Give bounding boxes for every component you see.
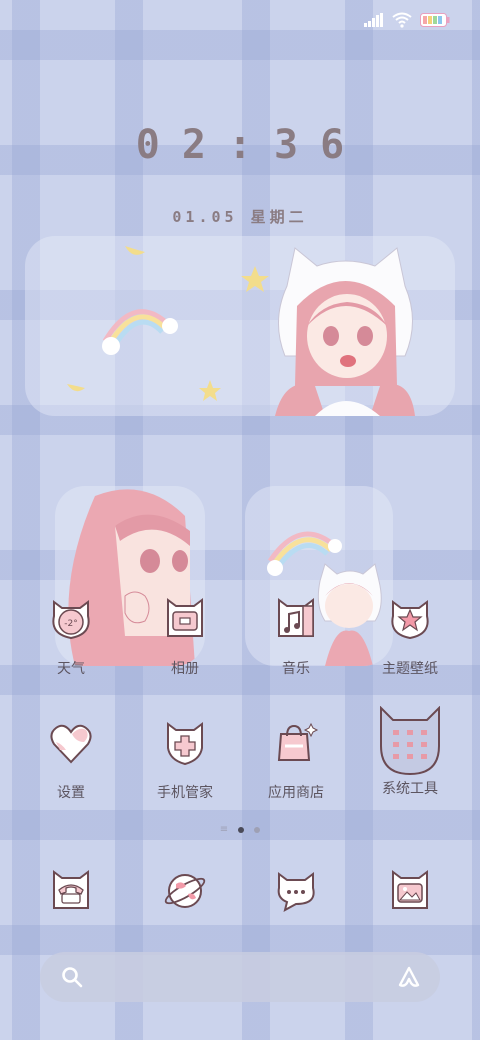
app-system-tools-folder[interactable]: 系统工具 — [355, 705, 465, 798]
music-icon — [278, 598, 314, 637]
battery-icon — [420, 13, 450, 27]
app-weather[interactable]: -2° 天气 — [16, 596, 126, 678]
app-settings[interactable]: 设置 — [16, 720, 126, 802]
page-indicator[interactable]: ≡ — [0, 824, 480, 835]
settings-icon — [50, 724, 92, 764]
app-label: 相册 — [171, 661, 199, 677]
clock-date: 01.05 星期二 — [172, 208, 308, 226]
app-security[interactable]: 手机管家 — [130, 720, 240, 802]
dock-messages[interactable] — [241, 868, 351, 918]
app-music[interactable]: 音乐 — [241, 596, 351, 678]
app-gallery[interactable]: 相册 — [130, 596, 240, 678]
app-label: 系统工具 — [382, 781, 438, 797]
themes-icon — [391, 600, 429, 640]
search-bar[interactable] — [40, 952, 440, 1002]
assistant-icon[interactable] — [396, 965, 422, 989]
messages-icon — [277, 872, 315, 912]
dock-browser[interactable] — [130, 868, 240, 918]
weather-temp: -2° — [64, 619, 77, 629]
security-icon — [167, 722, 203, 766]
app-label: 手机管家 — [157, 785, 213, 801]
dock-camera[interactable] — [355, 868, 465, 918]
clock-time: 02:36 — [135, 122, 367, 168]
phone-icon — [53, 870, 89, 909]
character-widget-large[interactable] — [25, 236, 455, 416]
gallery-icon — [167, 598, 203, 637]
app-label: 应用商店 — [268, 785, 324, 801]
weather-icon: -2° — [52, 600, 90, 640]
signal-icon — [364, 13, 383, 27]
app-themes[interactable]: 主题壁纸 — [355, 596, 465, 678]
app-label: 设置 — [57, 785, 85, 801]
app-store-icon — [277, 722, 319, 761]
app-label: 天气 — [57, 661, 85, 677]
search-icon[interactable] — [60, 965, 84, 989]
widget-illustration — [67, 246, 415, 416]
wifi-icon — [392, 12, 412, 28]
page-dot-1 — [238, 826, 245, 833]
minus-one-screen-icon: ≡ — [219, 824, 229, 835]
browser-icon — [164, 874, 206, 908]
app-store[interactable]: 应用商店 — [241, 720, 351, 802]
camera-icon — [392, 870, 428, 909]
status-bar — [364, 12, 450, 28]
app-label: 音乐 — [282, 661, 310, 677]
dock-phone[interactable] — [16, 868, 126, 918]
system-tools-folder-icon — [380, 705, 440, 776]
app-label: 主题壁纸 — [382, 661, 438, 677]
page-dot-2 — [254, 826, 261, 833]
